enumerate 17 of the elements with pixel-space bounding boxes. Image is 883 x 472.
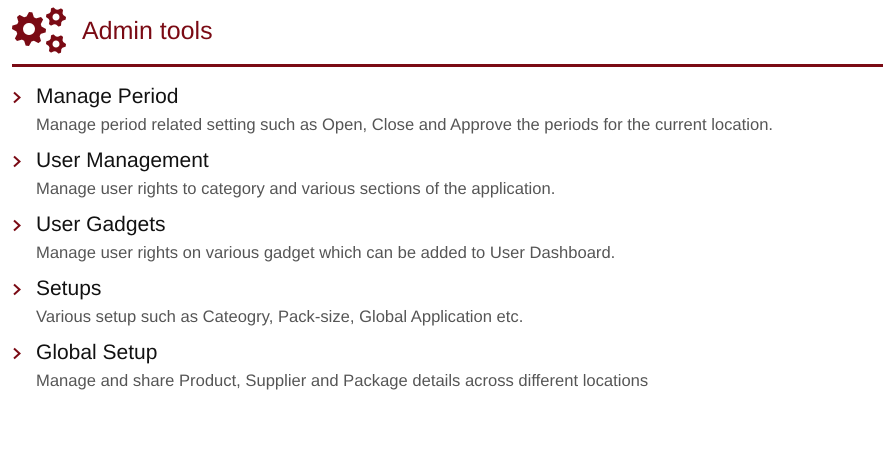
tool-link[interactable]: User Gadgets: [36, 213, 166, 237]
tool-description: Manage and share Product, Supplier and Package details across different locations: [36, 371, 650, 391]
gears-icon: [12, 6, 68, 56]
tool-link[interactable]: Setups: [36, 277, 102, 301]
tool-description: Various setup such as Cateogry, Pack-size, Global Application etc.: [36, 307, 524, 327]
tool-description: Manage user rights to category and various sections of the application.: [36, 179, 556, 199]
tool-description: Manage period related setting such as Open, Close and Approve the periods for the current location.: [36, 115, 774, 135]
page-title: Admin tools: [82, 16, 213, 46]
tool-link[interactable]: Manage Period: [36, 85, 178, 109]
chevron-right-icon: [12, 282, 22, 296]
tool-link[interactable]: Global Setup: [36, 341, 158, 365]
chevron-right-icon: [12, 346, 22, 360]
tool-description: Manage user rights on various gadget which can be added to User Dashboard.: [36, 243, 616, 263]
tool-link[interactable]: User Management: [36, 149, 209, 173]
chevron-right-icon: [12, 90, 22, 104]
chevron-right-icon: [12, 218, 22, 232]
chevron-right-icon: [12, 154, 22, 168]
